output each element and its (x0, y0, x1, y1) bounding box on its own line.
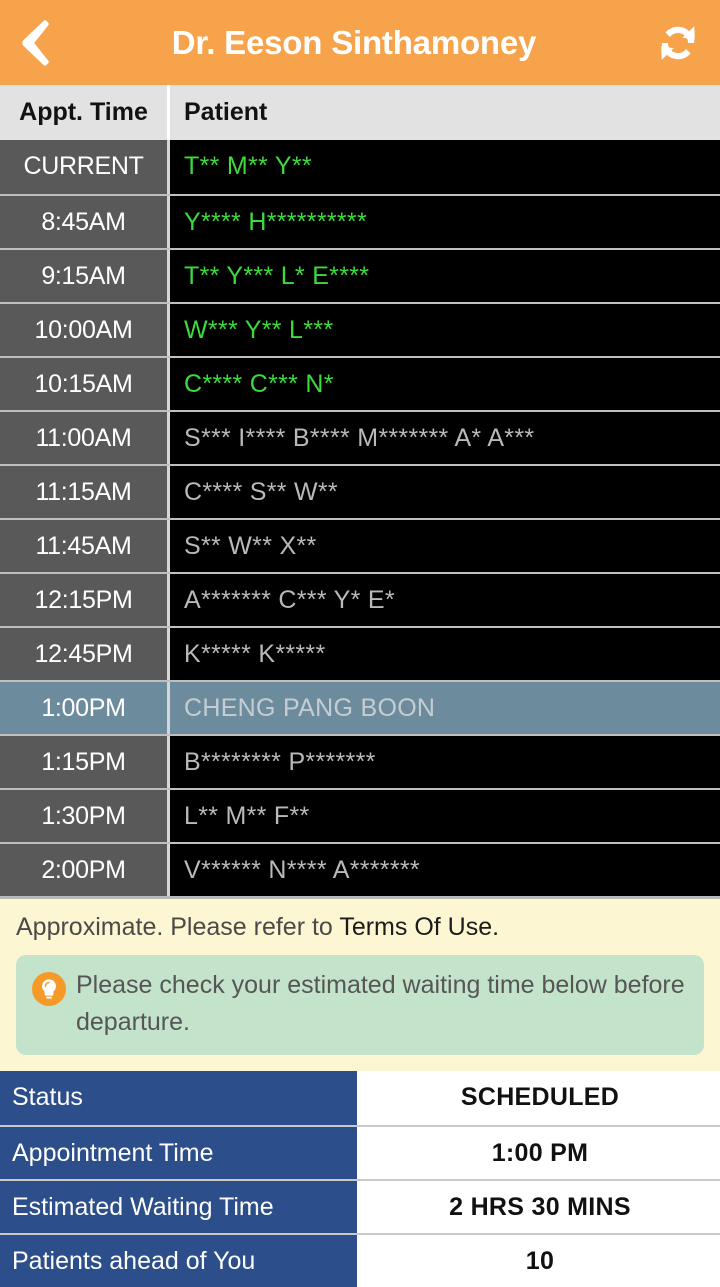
patient-name-cell: K***** K***** (170, 628, 720, 680)
schedule-body: CURRENT T** M** Y** 8:45AM Y**** H*********… (0, 140, 720, 896)
status-value: 1:00 PM (360, 1127, 720, 1179)
table-row[interactable]: 11:00AM S*** I**** B**** M******* A* A*** (0, 410, 720, 464)
terms-of-use-link[interactable]: Terms Of Use. (339, 913, 499, 941)
patient-name-cell: C**** C*** N* (170, 358, 720, 410)
patient-name-cell: S** W** X** (170, 520, 720, 572)
status-row: Appointment Time 1:00 PM (0, 1125, 720, 1179)
patient-name-cell: C**** S** W** (170, 466, 720, 518)
appointment-time-cell: CURRENT (0, 140, 170, 194)
patient-name-cell: B******** P******* (170, 736, 720, 788)
appointment-time-cell: 2:00PM (0, 844, 170, 896)
status-row: Status SCHEDULED (0, 1071, 720, 1125)
tip-box: Please check your estimated waiting time… (16, 955, 704, 1055)
table-row[interactable]: 9:15AM T** Y*** L* E**** (0, 248, 720, 302)
table-row[interactable]: 11:15AM C**** S** W** (0, 464, 720, 518)
appointment-time-cell: 1:00PM (0, 682, 170, 734)
patient-name-cell: V****** N**** A******* (170, 844, 720, 896)
patient-name-cell: A******* C*** Y* E* (170, 574, 720, 626)
patient-name-cell: L** M** F** (170, 790, 720, 842)
table-row[interactable]: 12:15PM A******* C*** Y* E* (0, 572, 720, 626)
appointment-schedule-table: Appt. Time Patient CURRENT T** M** Y** 8:4… (0, 85, 720, 896)
status-value: 10 (360, 1235, 720, 1287)
table-row[interactable]: 2:00PM V****** N**** A******* (0, 842, 720, 896)
patient-name-cell: T** Y*** L* E**** (170, 250, 720, 302)
status-row: Patients ahead of You 10 (0, 1233, 720, 1287)
table-row[interactable]: 10:00AM W*** Y** L*** (0, 302, 720, 356)
refresh-icon (661, 25, 695, 60)
back-button[interactable] (0, 0, 72, 85)
app-bar: Dr. Eeson Sinthamoney (0, 0, 720, 85)
status-label: Estimated Waiting Time (0, 1181, 360, 1233)
appointment-time-cell: 12:15PM (0, 574, 170, 626)
status-label: Patients ahead of You (0, 1235, 360, 1287)
lightbulb-icon (32, 972, 66, 1006)
table-row[interactable]: 1:15PM B******** P******* (0, 734, 720, 788)
status-label: Appointment Time (0, 1127, 360, 1179)
page-title: Dr. Eeson Sinthamoney (171, 23, 537, 61)
schedule-header-row: Appt. Time Patient (0, 85, 720, 140)
appointment-time-cell: 1:30PM (0, 790, 170, 842)
notice-band: Approximate. Please refer to Terms Of Us… (0, 896, 720, 1071)
tip-text: Please check your estimated waiting time… (76, 971, 685, 1036)
patient-name-cell: CHENG PANG BOON (170, 682, 720, 734)
refresh-button[interactable] (636, 0, 720, 85)
table-row[interactable]: 1:30PM L** M** F** (0, 788, 720, 842)
schedule-row-current-user[interactable]: 1:00PM CHENG PANG BOON (0, 680, 720, 734)
table-row[interactable]: 10:15AM C**** C*** N* (0, 356, 720, 410)
status-value: 2 HRS 30 MINS (360, 1181, 720, 1233)
approximate-notice: Approximate. Please refer to Terms Of Us… (16, 913, 704, 942)
appointment-time-cell: 10:15AM (0, 358, 170, 410)
table-row[interactable]: 12:45PM K***** K***** (0, 626, 720, 680)
patient-name-cell: T** M** Y** (170, 140, 720, 194)
chevron-left-icon (22, 19, 49, 66)
appointment-time-cell: 1:15PM (0, 736, 170, 788)
patient-name-cell: Y**** H********** (170, 196, 720, 248)
status-row: Estimated Waiting Time 2 HRS 30 MINS (0, 1179, 720, 1233)
appointment-time-cell: 9:15AM (0, 250, 170, 302)
appointment-time-cell: 11:15AM (0, 466, 170, 518)
appointment-time-cell: 11:00AM (0, 412, 170, 464)
appointment-time-cell: 8:45AM (0, 196, 170, 248)
status-label: Status (0, 1071, 360, 1125)
status-table: Status SCHEDULED Appointment Time 1:00 PM Es… (0, 1071, 720, 1287)
patient-name-cell: S*** I**** B**** M******* A* A*** (170, 412, 720, 464)
table-row[interactable]: CURRENT T** M** Y** (0, 140, 720, 194)
column-header-appt-time: Appt. Time (0, 85, 170, 140)
appointment-time-cell: 10:00AM (0, 304, 170, 356)
approximate-text: Approximate. Please refer to (16, 913, 340, 941)
appointment-time-cell: 11:45AM (0, 520, 170, 572)
patient-name-cell: W*** Y** L*** (170, 304, 720, 356)
column-header-patient: Patient (184, 98, 268, 126)
table-row[interactable]: 11:45AM S** W** X** (0, 518, 720, 572)
appointment-time-cell: 12:45PM (0, 628, 170, 680)
table-row[interactable]: 8:45AM Y**** H********** (0, 194, 720, 248)
status-value: SCHEDULED (360, 1071, 720, 1125)
